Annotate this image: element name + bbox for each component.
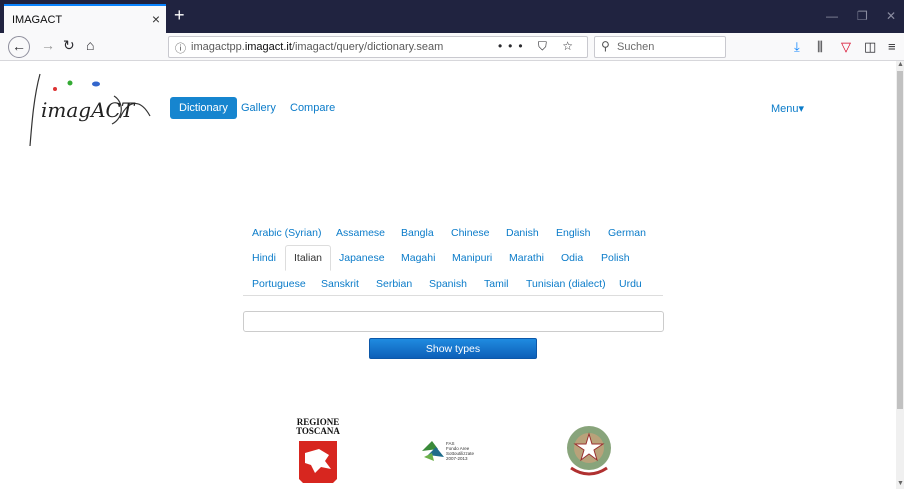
- tabs-divider: [243, 295, 663, 296]
- pocket-icon[interactable]: ▽: [841, 39, 851, 55]
- minimize-icon[interactable]: —: [826, 9, 838, 23]
- lang-tab[interactable]: Sanskrit: [321, 275, 359, 301]
- lang-tab[interactable]: Assamese: [336, 224, 385, 250]
- lang-tab[interactable]: Urdu: [619, 275, 642, 301]
- lang-tab[interactable]: Hindi: [252, 249, 276, 275]
- language-row: Portuguese Sanskrit Serbian Spanish Tami…: [243, 275, 663, 301]
- show-types-button[interactable]: Show types: [369, 338, 537, 359]
- search-placeholder: Suchen: [617, 41, 655, 53]
- navigation-toolbar: ← → ↻ ⌂ ⓘ imagactpp.imagact.it/imagact/q…: [0, 33, 904, 61]
- info-icon[interactable]: ⓘ: [175, 40, 186, 56]
- nav-gallery[interactable]: Gallery: [241, 97, 276, 119]
- window-close-icon[interactable]: ✕: [886, 9, 896, 23]
- lang-tab[interactable]: German: [608, 224, 646, 250]
- tab-bar: IMAGACT × + — ❐ ✕: [0, 0, 904, 33]
- lang-tab[interactable]: Marathi: [509, 249, 544, 275]
- regione-toscana-logo: REGIONE TOSCANA: [295, 418, 341, 488]
- scroll-up-icon[interactable]: ▲: [897, 61, 904, 68]
- lang-tab[interactable]: Bangla: [401, 224, 434, 250]
- search-bar[interactable]: ⚲ Suchen: [594, 36, 726, 58]
- word-search-input[interactable]: [243, 311, 664, 332]
- close-tab-icon[interactable]: ×: [152, 11, 160, 27]
- hamburger-menu-icon[interactable]: ≡: [888, 39, 896, 54]
- lang-tab[interactable]: Odia: [561, 249, 583, 275]
- library-icon[interactable]: ⫼: [817, 39, 823, 55]
- forward-icon[interactable]: →: [41, 37, 55, 53]
- lang-tab[interactable]: Chinese: [451, 224, 490, 250]
- nav-compare[interactable]: Compare: [290, 97, 335, 119]
- fas-logo: FAS Fondo Aree Sottoutilizzate 2007-2013: [420, 435, 490, 465]
- search-icon: ⚲: [601, 39, 610, 53]
- lang-tab[interactable]: Portuguese: [252, 275, 306, 301]
- browser-tab[interactable]: IMAGACT ×: [4, 4, 166, 33]
- page-content: imagACT Dictionary Gallery Compare Menu▾…: [0, 61, 896, 489]
- download-icon[interactable]: ⤓: [794, 39, 800, 55]
- lang-tab-selected[interactable]: Italian: [285, 245, 332, 271]
- menu-dropdown[interactable]: Menu▾: [771, 102, 804, 115]
- lang-tab[interactable]: Spanish: [429, 275, 467, 301]
- lang-tab[interactable]: Serbian: [376, 275, 412, 301]
- new-tab-icon[interactable]: +: [174, 5, 185, 26]
- reload-icon[interactable]: ↻: [63, 37, 75, 54]
- back-icon[interactable]: ←: [8, 36, 30, 58]
- url-text: imagactpp.imagact.it/imagact/query/dicti…: [191, 41, 444, 53]
- logo-text: imagACT: [41, 98, 135, 122]
- lang-tab[interactable]: English: [556, 224, 590, 250]
- scrollbar[interactable]: ▲ ▼: [896, 61, 904, 489]
- lang-tab[interactable]: Japanese: [339, 249, 385, 275]
- lang-tab[interactable]: Danish: [506, 224, 539, 250]
- restore-icon[interactable]: ❐: [857, 9, 868, 23]
- nav-dictionary[interactable]: Dictionary: [170, 97, 237, 119]
- home-icon[interactable]: ⌂: [86, 37, 94, 53]
- italian-republic-emblem: [563, 420, 615, 482]
- lang-tab[interactable]: Polish: [601, 249, 630, 275]
- lang-tab[interactable]: Tunisian (dialect): [526, 275, 606, 301]
- lang-tab[interactable]: Magahi: [401, 249, 435, 275]
- page-actions-icon[interactable]: ••• ⛉ ☆: [498, 39, 579, 54]
- sidebar-icon[interactable]: ◫: [864, 39, 876, 55]
- url-bar[interactable]: ⓘ imagactpp.imagact.it/imagact/query/dic…: [168, 36, 588, 58]
- lang-tab[interactable]: Manipuri: [452, 249, 492, 275]
- language-row: Hindi Italian Japanese Magahi Manipuri M…: [243, 245, 663, 275]
- scroll-down-icon[interactable]: ▼: [897, 480, 904, 487]
- lang-tab[interactable]: Tamil: [484, 275, 509, 301]
- scroll-thumb[interactable]: [897, 71, 903, 409]
- imagact-logo[interactable]: imagACT: [28, 66, 153, 151]
- tab-title: IMAGACT: [12, 14, 63, 26]
